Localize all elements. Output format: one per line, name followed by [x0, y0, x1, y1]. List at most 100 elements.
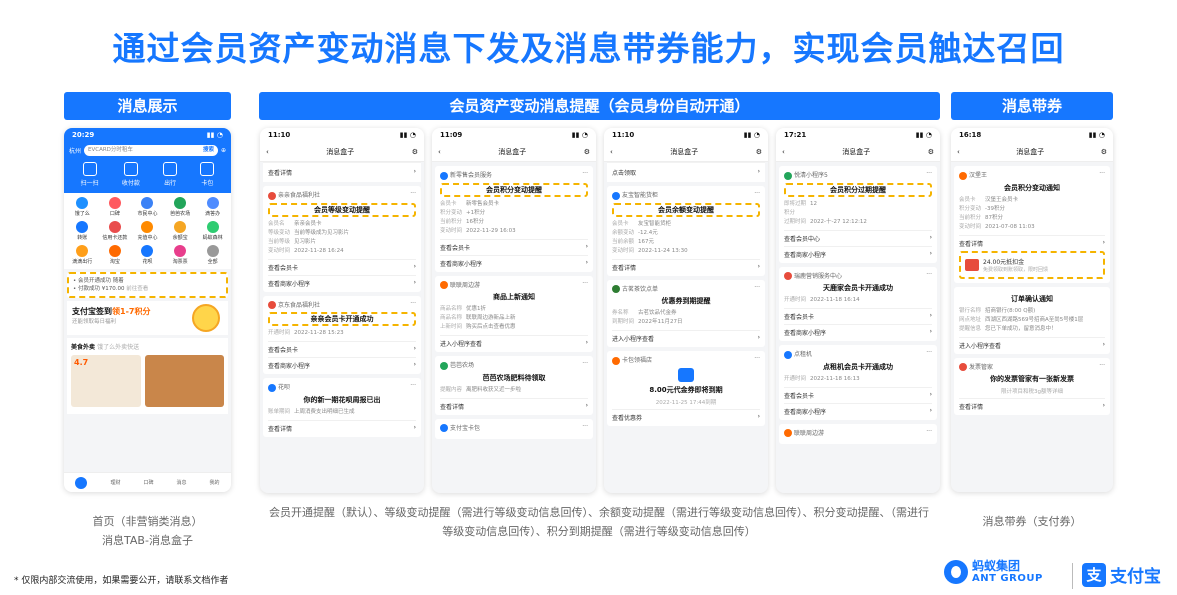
- view-member-card-link[interactable]: 查看会员卡 ›: [784, 308, 932, 321]
- settings-icon[interactable]: ⚙: [412, 148, 418, 156]
- view-detail-link[interactable]: 查看详情 ›: [959, 398, 1105, 411]
- signin-banner[interactable]: 支付宝签到领1-7积分 还能领取每日福利: [67, 301, 228, 335]
- view-detail-link[interactable]: 查看详情 ›: [440, 397, 588, 411]
- grid-item[interactable]: 滴滴出行: [66, 245, 99, 265]
- back-icon[interactable]: ‹: [610, 148, 613, 156]
- grid-item[interactable]: 市民中心: [131, 197, 164, 217]
- message-card: 点租机 ··· 点租机会员卡开通成功 开通时间 2022-11-18 16:13 查…: [779, 345, 937, 420]
- back-icon[interactable]: ‹: [438, 148, 441, 156]
- pay-button[interactable]: 收付款: [122, 162, 140, 187]
- view-member-card-link[interactable]: 查看会员卡 ›: [268, 341, 416, 354]
- grid-item[interactable]: 余额宝: [164, 221, 197, 241]
- back-icon[interactable]: ‹: [782, 148, 785, 156]
- tab-home[interactable]: [75, 476, 88, 489]
- message-card: 联联周边游 ··· 商品上新通知 商品名称 优惠1折 商品名称 联联周边游新品上新 上…: [435, 275, 593, 352]
- home-message-notice[interactable]: • 会员开通成功 随着 • 付款成功 ¥170.00 前往查看: [67, 272, 228, 298]
- status-bar: 11:09 ▮▮ ◔: [432, 128, 596, 142]
- back-icon[interactable]: ‹: [266, 148, 269, 156]
- card-title-highlight: 会员余额变动提醒: [612, 202, 760, 217]
- phone-points-expire: 17:21 ▮▮ ◔ ‹ 消息盒子 ⚙ 悦清小程序5 ··· 会员积分过期提醒 即将过期…: [776, 128, 940, 493]
- claim-link[interactable]: 点击领取 ›: [607, 162, 765, 182]
- grid-item[interactable]: 淘宝: [99, 245, 132, 265]
- grid-item[interactable]: 充值中心: [131, 221, 164, 241]
- status-time: 11:10: [268, 131, 291, 139]
- grid-item[interactable]: 蚂蚁森林: [196, 221, 229, 241]
- view-miniapp-link[interactable]: 查看商家小程序 ›: [268, 274, 416, 288]
- grid-item[interactable]: 花呗: [131, 245, 164, 265]
- settings-icon[interactable]: ⚙: [584, 148, 590, 156]
- top-link[interactable]: 查看详情 ›: [263, 162, 421, 182]
- invoice-icon: [959, 363, 967, 371]
- view-miniapp-link[interactable]: 查看商家小程序 ›: [784, 402, 932, 416]
- back-icon[interactable]: ‹: [957, 148, 960, 156]
- grid-item[interactable]: 淘票票: [164, 245, 197, 265]
- status-bar: 16:18 ▮▮ ◔: [951, 128, 1113, 142]
- red-packet-icon: [965, 258, 979, 271]
- ant-logo-icon: [944, 560, 968, 584]
- open-miniapp-link[interactable]: 进入小程序查看 ›: [612, 330, 760, 343]
- message-card: 悦清小程序5 ··· 会员积分过期提醒 即将过期积分 12 过期时间 2022-十-2…: [779, 166, 937, 263]
- travel-button[interactable]: 出行: [163, 162, 178, 187]
- grid-item[interactable]: 口碑: [99, 197, 132, 217]
- view-detail-link[interactable]: 查看详情 ›: [959, 234, 1105, 248]
- view-miniapp-link[interactable]: 查看商家小程序 ›: [268, 357, 416, 370]
- logo-divider: [1072, 563, 1073, 589]
- status-bar: 11:10 ▮▮ ◔: [604, 128, 768, 142]
- view-member-center-link[interactable]: 查看会员中心 ›: [784, 229, 932, 243]
- tab-mine[interactable]: 我的: [209, 479, 219, 486]
- coupon-card[interactable]: 24.00元抵扣金 免费领取到账领取，限时回馈: [959, 250, 1105, 279]
- navbar: ‹ 消息盒子 ⚙: [432, 142, 596, 162]
- msg-line-2: • 付款成功 ¥170.00: [73, 286, 125, 292]
- open-miniapp-link[interactable]: 进入小程序查看 ›: [959, 336, 1105, 350]
- status-bar: 11:10 ▮▮ ◔: [260, 128, 424, 142]
- grid-item[interactable]: 饿了么: [66, 197, 99, 217]
- bottom-tab-bar: 理财 口碑 消息 我的: [64, 472, 231, 492]
- scan-button[interactable]: 扫一扫: [81, 162, 99, 187]
- farm-icon: [440, 361, 448, 370]
- view-member-card-link[interactable]: 查看会员卡 ›: [440, 238, 588, 252]
- add-icon[interactable]: ⊕: [221, 147, 226, 154]
- view-coupon-link[interactable]: 查看优惠券 ›: [612, 408, 760, 422]
- grid-item[interactable]: 芭芭农场: [164, 197, 197, 217]
- view-member-card-link[interactable]: 查看会员卡 ›: [268, 258, 416, 272]
- alipay-logo-icon: 支: [1082, 562, 1106, 587]
- tab-finance[interactable]: 理财: [110, 479, 120, 486]
- caption-display: 首页（非营销类消息） 消息TAB-消息盒子: [92, 515, 203, 547]
- view-member-card-link[interactable]: 查看会员卡 ›: [784, 386, 932, 400]
- view-detail-link[interactable]: 查看详情 ›: [268, 419, 416, 433]
- search-button[interactable]: 搜索: [203, 145, 214, 156]
- tab-message[interactable]: 消息: [176, 479, 186, 486]
- city-selector[interactable]: 杭州: [69, 146, 81, 155]
- grid-item[interactable]: 滴答办: [196, 197, 229, 217]
- tab-koubei[interactable]: 口碑: [143, 479, 153, 486]
- view-detail-link[interactable]: 查看详情 ›: [612, 258, 760, 272]
- nav-title: 消息盒子: [326, 147, 355, 156]
- open-miniapp-link[interactable]: 进入小程序查看 ›: [440, 335, 588, 348]
- food-card[interactable]: 4.7: [71, 355, 141, 407]
- grid-item[interactable]: 全部: [196, 245, 229, 265]
- grid-item[interactable]: 转账: [66, 221, 99, 241]
- settings-icon[interactable]: ⚙: [928, 148, 934, 156]
- msg-line-1: • 会员开通成功 随着: [73, 278, 124, 284]
- view-miniapp-link[interactable]: 查看商家小程序 ›: [784, 245, 932, 259]
- alipay-logo: 支 支付宝: [1082, 562, 1161, 587]
- rent-icon: [784, 350, 792, 359]
- search-input[interactable]: EVCARD分时租车 搜索: [84, 145, 218, 156]
- cardbag-button[interactable]: 卡包: [200, 162, 215, 187]
- navbar: ‹ 消息盒子 ⚙: [260, 142, 424, 162]
- burger-image[interactable]: [144, 355, 224, 407]
- navbar: ‹ 消息盒子 ⚙: [776, 142, 940, 162]
- shop-icon: [440, 281, 448, 289]
- cardbag-icon: [200, 162, 215, 176]
- food-section: 美食外卖 饿了么外卖快送 4.7: [67, 338, 228, 414]
- shop-icon: [784, 429, 792, 437]
- slide-title: 通过会员资产变动消息下发及消息带券能力，实现会员触达召回: [112, 29, 1065, 68]
- settings-icon[interactable]: ⚙: [1101, 148, 1107, 156]
- view-miniapp-link[interactable]: 查看商家小程序 ›: [440, 254, 588, 268]
- message-card: 联联周边游 ···: [779, 423, 937, 444]
- message-card: 花呗 ··· 你的新一期花呗周报已出 账单期间 上周消费支出明细已生成 查看详情 ›: [263, 378, 421, 437]
- grid-item[interactable]: 信用卡还款: [99, 221, 132, 241]
- settings-icon[interactable]: ⚙: [756, 148, 762, 156]
- view-miniapp-link[interactable]: 查看商家小程序 ›: [784, 324, 932, 337]
- coin-icon: [192, 304, 220, 332]
